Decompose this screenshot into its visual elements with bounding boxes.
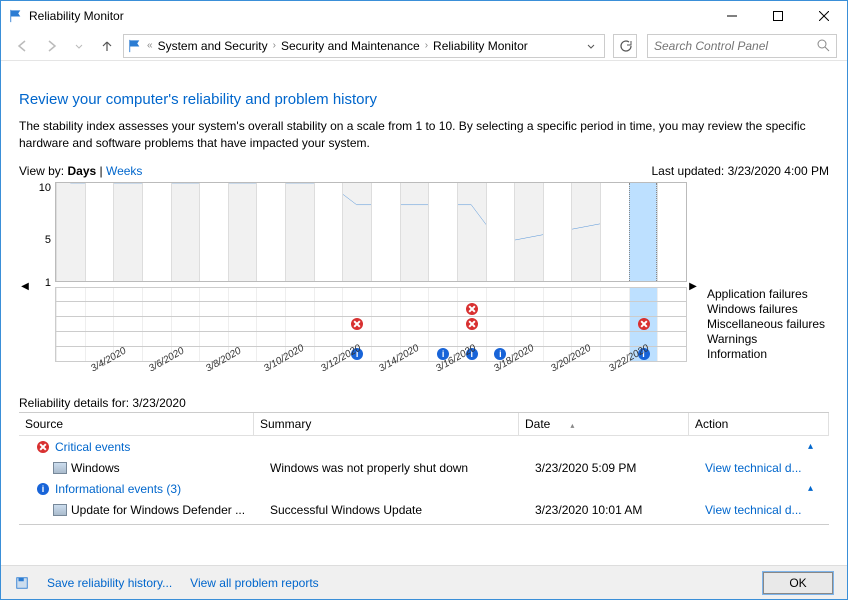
view-by-weeks[interactable]: Weeks	[106, 164, 142, 178]
collapse-icon[interactable]: ▴	[808, 483, 813, 494]
legend-information: Information	[707, 347, 829, 362]
chevron-right-icon: ›	[273, 40, 276, 51]
col-header-action[interactable]: Action	[689, 413, 829, 435]
reliability-chart[interactable]: 1510 iiiii 3/4/20203/6/20203/8/20203/10/…	[31, 182, 687, 392]
table-row[interactable]: WindowsWindows was not properly shut dow…	[19, 458, 829, 478]
close-button[interactable]	[801, 1, 847, 31]
chart-scroll-right[interactable]: ▶	[687, 182, 699, 392]
chevron-icon: «	[147, 40, 153, 51]
group-row[interactable]: Critical events▴	[19, 436, 829, 458]
search-box[interactable]	[647, 34, 837, 58]
error-icon	[37, 441, 49, 453]
page-heading: Review your computer's reliability and p…	[19, 91, 829, 108]
legend-warnings: Warnings	[707, 332, 829, 347]
maximize-button[interactable]	[755, 1, 801, 31]
view-by-control: View by: Days | Weeks	[19, 164, 142, 178]
refresh-button[interactable]	[613, 34, 637, 58]
forward-button[interactable]	[39, 34, 63, 58]
recent-dropdown[interactable]	[67, 34, 91, 58]
back-button[interactable]	[11, 34, 35, 58]
app-icon	[53, 462, 67, 474]
view-details-link[interactable]: View technical d...	[705, 523, 823, 525]
details-header: Reliability details for: 3/23/2020	[19, 394, 829, 413]
page-description: The stability index assesses your system…	[19, 118, 829, 152]
view-details-link[interactable]: View technical d...	[705, 503, 823, 517]
chart-scroll-left[interactable]: ◀	[19, 182, 31, 392]
app-icon	[53, 524, 67, 525]
error-icon[interactable]	[351, 318, 363, 330]
app-icon	[53, 504, 67, 516]
error-icon[interactable]	[466, 318, 478, 330]
breadcrumb[interactable]: « System and Security › Security and Mai…	[123, 34, 605, 58]
save-icon	[15, 576, 29, 590]
group-row[interactable]: iInformational events (3)▴	[19, 478, 829, 500]
table-row[interactable]: Update for Windows Defender ...Successfu…	[19, 500, 829, 520]
app-flag-icon	[9, 9, 23, 23]
breadcrumb-item[interactable]: System and Security	[158, 39, 268, 53]
ok-button[interactable]: OK	[763, 572, 833, 594]
breadcrumb-dropdown[interactable]	[582, 41, 600, 51]
details-table[interactable]: Source Summary Date▴ Action Critical eve…	[19, 413, 829, 525]
search-input[interactable]	[654, 39, 817, 53]
view-by-days[interactable]: Days	[67, 164, 96, 178]
col-header-source[interactable]: Source	[19, 413, 254, 435]
sort-asc-icon: ▴	[570, 421, 574, 430]
col-header-date[interactable]: Date▴	[519, 413, 689, 435]
save-history-link[interactable]: Save reliability history...	[47, 576, 172, 590]
collapse-icon[interactable]: ▴	[808, 441, 813, 452]
minimize-button[interactable]	[709, 1, 755, 31]
legend-app-failures: Application failures	[707, 287, 829, 302]
chevron-right-icon: ›	[425, 40, 428, 51]
col-header-summary[interactable]: Summary	[254, 413, 519, 435]
table-row[interactable]: 0WZDNCRFHVQM-MICROSOF...Successful Windo…	[19, 520, 829, 525]
search-icon	[817, 39, 830, 52]
breadcrumb-item[interactable]: Security and Maintenance	[281, 39, 420, 53]
view-details-link[interactable]: View technical d...	[705, 461, 823, 475]
breadcrumb-flag-icon	[128, 39, 142, 53]
info-icon: i	[37, 483, 49, 495]
up-button[interactable]	[95, 34, 119, 58]
error-icon[interactable]	[638, 318, 650, 330]
window-title: Reliability Monitor	[29, 9, 709, 23]
legend-misc-failures: Miscellaneous failures	[707, 317, 829, 332]
error-icon[interactable]	[466, 303, 478, 315]
breadcrumb-item[interactable]: Reliability Monitor	[433, 39, 528, 53]
legend-win-failures: Windows failures	[707, 302, 829, 317]
view-all-reports-link[interactable]: View all problem reports	[190, 576, 319, 590]
last-updated: Last updated: 3/23/2020 4:00 PM	[652, 164, 830, 178]
